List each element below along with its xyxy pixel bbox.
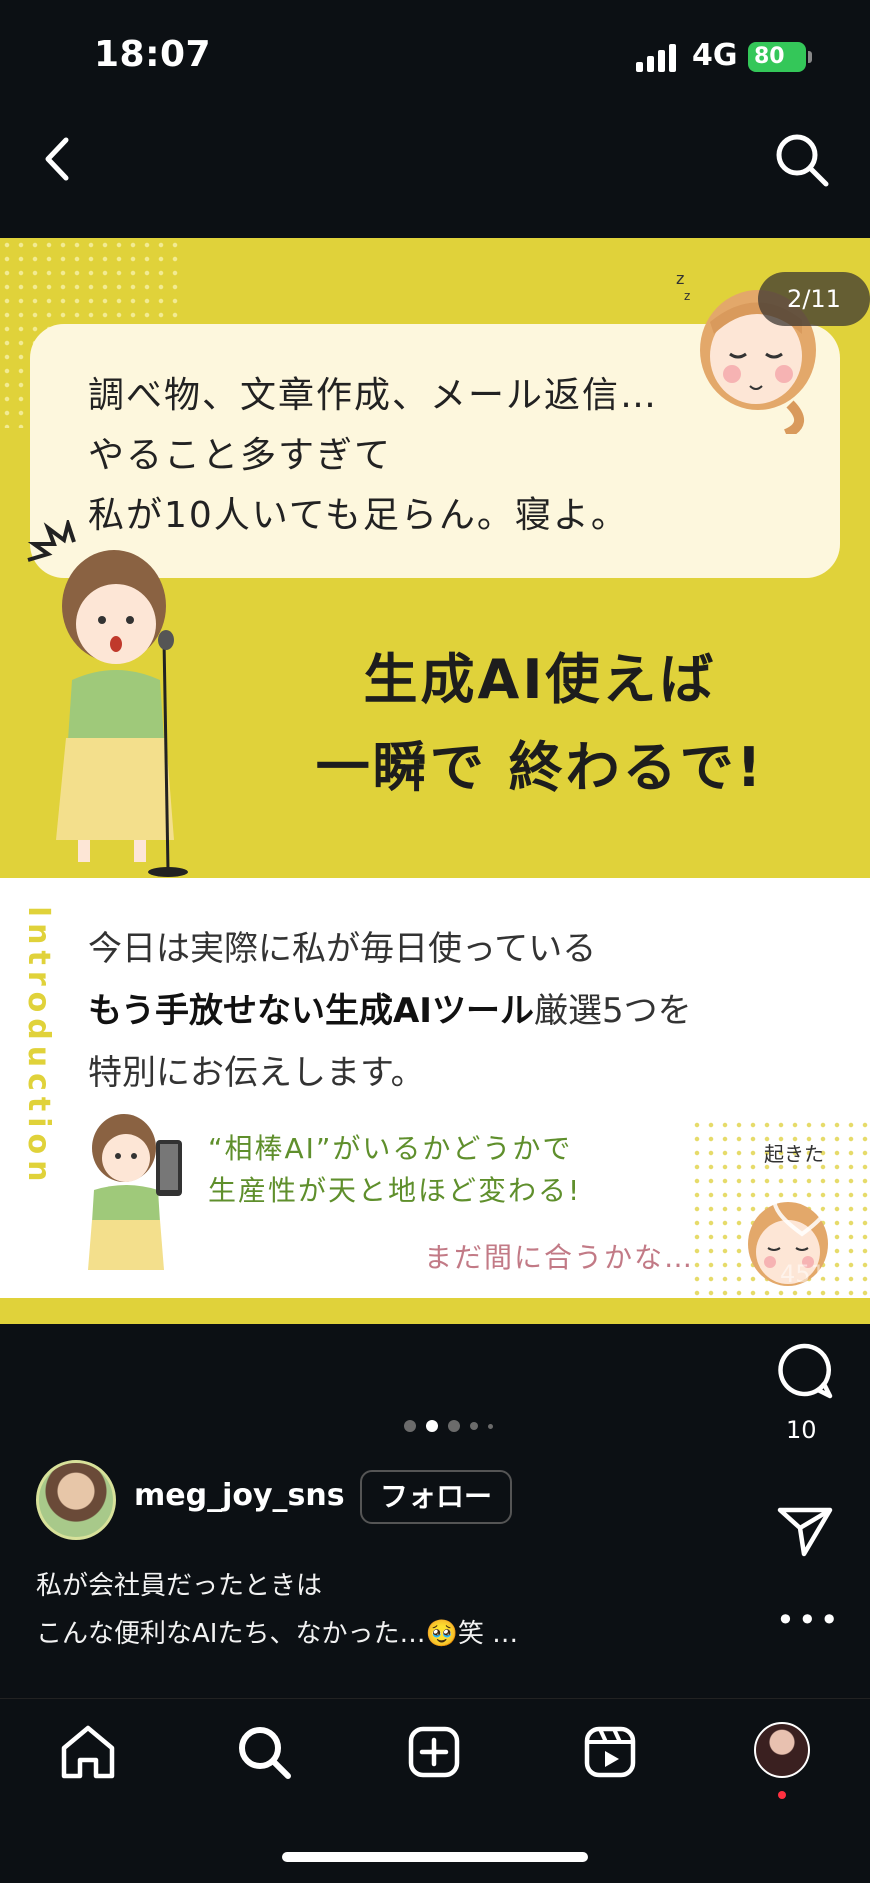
bubble-text: 調べ物、文章作成、メール返信… やること多すぎて 私が10人いても足らん。寝よ。 <box>88 375 659 536</box>
more-options-icon[interactable]: ••• <box>776 1604 842 1636</box>
profile-avatar[interactable] <box>754 1722 810 1778</box>
partner-ai-text: “相棒AI”がいるかどうかで 生産性が天と地ほど変わる! <box>208 1132 582 1207</box>
battery-tip <box>808 51 812 63</box>
author-username[interactable]: meg_joy_sns <box>134 1478 345 1513</box>
share-send-icon[interactable] <box>776 1504 834 1558</box>
status-time: 18:07 <box>94 34 212 75</box>
reels-icon[interactable] <box>580 1722 640 1782</box>
introduction-side-label: Introduction <box>21 906 56 1188</box>
still-in-time-text: まだ間に合うかな… <box>424 1241 695 1274</box>
pager-dot <box>404 1420 416 1432</box>
like-heart-icon[interactable] <box>770 1180 834 1240</box>
pager-dot <box>488 1424 493 1429</box>
network-type: 4G <box>692 38 738 73</box>
pager-dot-active <box>426 1420 438 1432</box>
carousel-pagination <box>404 1418 504 1432</box>
comment-icon[interactable] <box>774 1340 834 1400</box>
headline: 生成AI使えば 一瞬で 終わるで! <box>315 648 765 799</box>
woke-label: 起きた <box>764 1142 824 1166</box>
home-indicator <box>282 1852 588 1862</box>
home-icon[interactable] <box>58 1722 118 1782</box>
girl-with-phone-illustration <box>88 1114 182 1270</box>
post-caption[interactable]: 私が会社員だったときは こんな便利なAIたち、なかった…🥹笑 … <box>36 1562 518 1658</box>
pager-dot <box>448 1420 460 1432</box>
author-avatar[interactable] <box>36 1460 116 1540</box>
girl-with-microphone-illustration <box>27 520 188 877</box>
slide-counter-badge: 2/11 <box>758 272 870 326</box>
pager-dot <box>470 1422 478 1430</box>
svg-text:z: z <box>676 269 684 288</box>
search-icon[interactable] <box>772 130 832 190</box>
battery-icon: 80 <box>748 42 806 72</box>
follow-button[interactable]: フォロー <box>360 1470 512 1524</box>
intro-text: 今日は実際に私が毎日使っている もう手放せない生成AIツール厳選5つを 特別にお… <box>88 929 692 1093</box>
search-tab-icon[interactable] <box>234 1722 294 1782</box>
like-count: 451 <box>780 1260 826 1288</box>
comment-count: 10 <box>786 1416 817 1444</box>
svg-text:z: z <box>684 289 690 303</box>
notification-dot <box>778 1791 786 1799</box>
create-post-icon[interactable] <box>404 1722 464 1782</box>
back-arrow-icon[interactable] <box>38 134 78 184</box>
post-image[interactable]: 調べ物、文章作成、メール返信… やること多すぎて 私が10人いても足らん。寝よ。… <box>0 238 870 1324</box>
cellular-signal-icon <box>636 44 680 72</box>
